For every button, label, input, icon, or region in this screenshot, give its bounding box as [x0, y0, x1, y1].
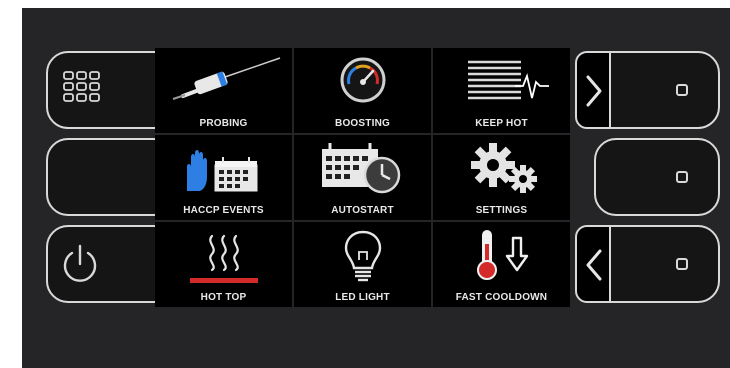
next-arrow-button[interactable]: [575, 51, 611, 129]
tile-hot-top[interactable]: HOT TOP: [155, 222, 292, 307]
prev-arrow-button[interactable]: [575, 225, 611, 303]
gears-icon: [471, 143, 537, 193]
gauge-icon: [340, 57, 386, 103]
heat-waves-icon: [190, 234, 258, 283]
tile-fast-cooldown[interactable]: FAST COOLDOWN: [433, 222, 570, 307]
tile-settings[interactable]: SETTINGS: [433, 135, 570, 220]
tile-probing[interactable]: PROBING: [155, 48, 292, 133]
control-panel-screen: PROBING BOOSTING KEEP HOT HACCP EVENTS A…: [22, 8, 730, 368]
chevron-left-icon: [586, 249, 602, 281]
tile-label: HOT TOP: [200, 292, 247, 303]
tile-label: FAST COOLDOWN: [455, 292, 548, 303]
tile-autostart[interactable]: AUTOSTART: [294, 135, 431, 220]
tile-haccp-events[interactable]: HACCP EVENTS: [155, 135, 292, 220]
tile-keep-hot[interactable]: KEEP HOT: [433, 48, 570, 133]
keep-hot-icon: [468, 60, 549, 100]
grid-icon: [63, 71, 100, 102]
tile-label: SETTINGS: [475, 205, 528, 216]
tile-label: LED LIGHT: [335, 292, 390, 303]
indicator-square-icon: [676, 171, 688, 183]
chevron-right-icon: [586, 75, 602, 107]
glove-calendar-icon: [187, 150, 258, 192]
indicator-square-icon: [676, 258, 688, 270]
light-bulb-icon: [344, 230, 382, 282]
probe-icon: [172, 57, 281, 100]
tile-boosting[interactable]: BOOSTING: [294, 48, 431, 133]
tile-label: AUTOSTART: [331, 205, 394, 216]
tile-label: PROBING: [199, 118, 248, 129]
tile-label: BOOSTING: [335, 118, 390, 129]
tile-label: KEEP HOT: [475, 118, 528, 129]
calendar-clock-icon: [322, 143, 401, 194]
indicator-square-icon: [676, 84, 688, 96]
tile-led-light[interactable]: LED LIGHT: [294, 222, 431, 307]
power-icon: [63, 244, 97, 282]
blank-right-button[interactable]: [594, 138, 720, 216]
thermometer-down-icon: [477, 230, 529, 280]
tile-label: HACCP EVENTS: [183, 205, 264, 216]
